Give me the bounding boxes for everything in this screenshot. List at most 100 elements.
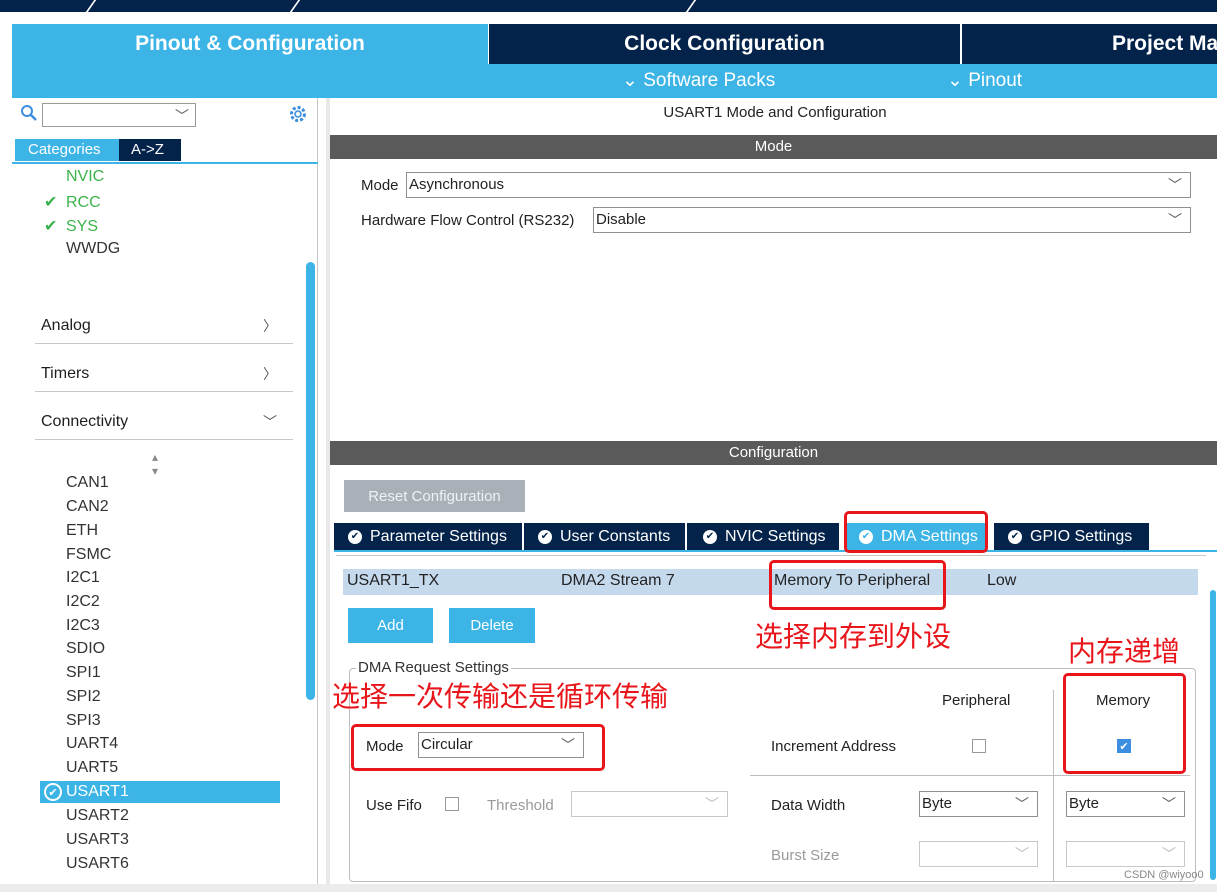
category-label: Analog — [41, 316, 91, 334]
left-tab-underline — [12, 162, 318, 164]
tree-item-rcc[interactable]: ✔ RCC — [44, 192, 101, 212]
dma-request-settings-legend: DMA Request Settings — [356, 659, 511, 676]
list-item-fsmc[interactable]: FSMC — [66, 546, 111, 564]
tab-categories[interactable]: Categories — [15, 139, 119, 161]
page-title: USART1 Mode and Configuration — [663, 104, 887, 121]
search-icon[interactable] — [20, 104, 38, 122]
tab-project-manager[interactable]: Project Ma — [961, 24, 1217, 64]
tab-clock-configuration[interactable]: Clock Configuration — [488, 24, 960, 64]
tree-item-sys[interactable]: ✔ SYS — [44, 216, 98, 236]
bottom-status-strip — [0, 884, 1217, 892]
flow-control-select[interactable]: Disable ﹀ — [593, 207, 1191, 233]
tab-parameter-settings[interactable]: ✔ Parameter Settings — [334, 523, 522, 550]
tree-item-label: SYS — [66, 218, 99, 235]
list-item-eth[interactable]: ETH — [66, 522, 98, 540]
list-item-i2c3[interactable]: I2C3 — [66, 617, 100, 635]
chevron-down-icon: ﹀ — [1168, 177, 1182, 193]
check-circle-icon: ✔ — [1008, 529, 1022, 544]
list-item-sdio[interactable]: SDIO — [66, 640, 105, 658]
check-circle-icon: ✔ — [703, 529, 717, 544]
list-item-i2c2[interactable]: I2C2 — [66, 593, 100, 611]
list-item-can2[interactable]: CAN2 — [66, 498, 109, 516]
list-item-spi2[interactable]: SPI2 — [66, 688, 101, 706]
annotation-box-memory-increment — [1063, 673, 1186, 774]
category-label: Connectivity — [41, 412, 129, 430]
mode-label: Mode — [361, 177, 399, 194]
chevron-down-icon: ﹀ — [175, 108, 189, 124]
dma-request-cell: USART1_TX — [347, 572, 440, 589]
right-scrollbar-thumb[interactable] — [1210, 590, 1216, 880]
panel-divider[interactable] — [326, 98, 330, 884]
chevron-down-icon: ﹀ — [1168, 212, 1182, 228]
use-fifo-label: Use Fifo — [366, 797, 422, 814]
peripheral-increment-checkbox[interactable] — [972, 739, 986, 753]
list-item-usart1-selected[interactable]: ✔ USART1 — [40, 781, 280, 803]
data-width-label: Data Width — [771, 797, 846, 814]
check-icon: ✔ — [44, 218, 58, 235]
sub-toolbar: ⌄ Software Packs ⌄ Pinout — [12, 64, 1217, 98]
list-item-i2c1[interactable]: I2C1 — [66, 569, 100, 587]
list-item-spi3[interactable]: SPI3 — [66, 712, 101, 730]
annotation-mode-choice: 选择一次传输还是循环传输 — [332, 680, 669, 713]
chevron-down-icon: ﹀ — [1015, 796, 1029, 812]
list-item-uart5[interactable]: UART5 — [66, 759, 118, 777]
chevron-right-icon: 〉 — [263, 365, 277, 382]
category-timers[interactable]: Timers 〉 — [35, 356, 293, 392]
tab-user-constants[interactable]: ✔ User Constants — [524, 523, 685, 550]
category-connectivity[interactable]: Connectivity ﹀ — [35, 404, 293, 440]
tab-nvic-settings[interactable]: ✔ NVIC Settings — [687, 523, 839, 550]
peripheral-data-width-select[interactable]: Byte ﹀ — [919, 791, 1038, 817]
delete-button[interactable]: Delete — [449, 608, 535, 643]
tab-gpio-settings[interactable]: ✔ GPIO Settings — [994, 523, 1149, 550]
sort-arrows-icon[interactable]: ▴ ▾ — [152, 450, 158, 478]
tree-item-nvic[interactable]: NVIC — [66, 168, 104, 186]
check-circle-icon: ✔ — [348, 529, 362, 544]
add-button[interactable]: Add — [348, 608, 433, 643]
flow-control-value: Disable — [596, 211, 647, 228]
left-scrollbar-thumb[interactable] — [306, 262, 315, 700]
search-input[interactable]: ﹀ — [42, 103, 196, 127]
annotation-box-mode — [351, 724, 605, 771]
divider — [750, 775, 1190, 776]
peripheral-width-value: Byte — [922, 795, 953, 812]
mode-value: Asynchronous — [409, 176, 505, 193]
flow-control-label: Hardware Flow Control (RS232) — [361, 212, 575, 229]
reset-configuration-button[interactable]: Reset Configuration — [344, 480, 525, 512]
dma-priority-cell: Low — [987, 572, 1017, 589]
tab-pinout-configuration[interactable]: Pinout & Configuration — [12, 24, 488, 64]
tree-item-wwdg[interactable]: WWDG — [66, 240, 120, 258]
config-tab-bar: ✔ Parameter Settings ✔ User Constants ✔ NVI… — [334, 523, 1217, 550]
software-packs-menu[interactable]: ⌄ Software Packs — [622, 69, 775, 92]
chevron-down-icon: ﹀ — [1162, 796, 1176, 812]
memory-burst-size-select[interactable]: ﹀ — [1066, 841, 1185, 867]
tab-a-to-z[interactable]: A->Z — [119, 139, 181, 161]
category-label: Timers — [41, 364, 90, 382]
chevron-right-icon: 〉 — [263, 317, 277, 334]
chevron-down-icon: ⌄ — [622, 70, 638, 91]
tab-label: NVIC Settings — [725, 527, 826, 545]
annotation-box-dma-tab — [844, 511, 988, 553]
list-item-usart3[interactable]: USART3 — [66, 831, 129, 849]
main-tab-bar: Pinout & Configuration Clock Configurati… — [0, 12, 1217, 64]
mode-select[interactable]: Asynchronous ﹀ — [406, 172, 1191, 198]
annotation-box-direction — [769, 560, 946, 610]
configuration-section-header: Configuration — [330, 441, 1217, 465]
list-item-usart6[interactable]: USART6 — [66, 855, 129, 873]
tree-item-label: RCC — [66, 194, 101, 211]
list-item-can1[interactable]: CAN1 — [66, 474, 109, 492]
tab-label: User Constants — [560, 527, 671, 545]
list-item-label: USART1 — [66, 783, 129, 800]
list-item-usart2[interactable]: USART2 — [66, 807, 129, 825]
peripheral-header: Peripheral — [942, 692, 1011, 709]
category-analog[interactable]: Analog 〉 — [35, 308, 293, 344]
chevron-down-icon: ﹀ — [1015, 846, 1029, 862]
memory-data-width-select[interactable]: Byte ﹀ — [1066, 791, 1185, 817]
pinout-menu[interactable]: ⌄ Pinout — [947, 69, 1022, 92]
list-item-uart4[interactable]: UART4 — [66, 735, 118, 753]
list-item-spi1[interactable]: SPI1 — [66, 664, 101, 682]
peripheral-burst-size-select[interactable]: ﹀ — [919, 841, 1038, 867]
chevron-down-icon: ﹀ — [1162, 846, 1176, 862]
threshold-select[interactable]: ﹀ — [571, 791, 728, 817]
gear-icon[interactable] — [288, 104, 308, 124]
use-fifo-checkbox[interactable] — [445, 797, 459, 811]
